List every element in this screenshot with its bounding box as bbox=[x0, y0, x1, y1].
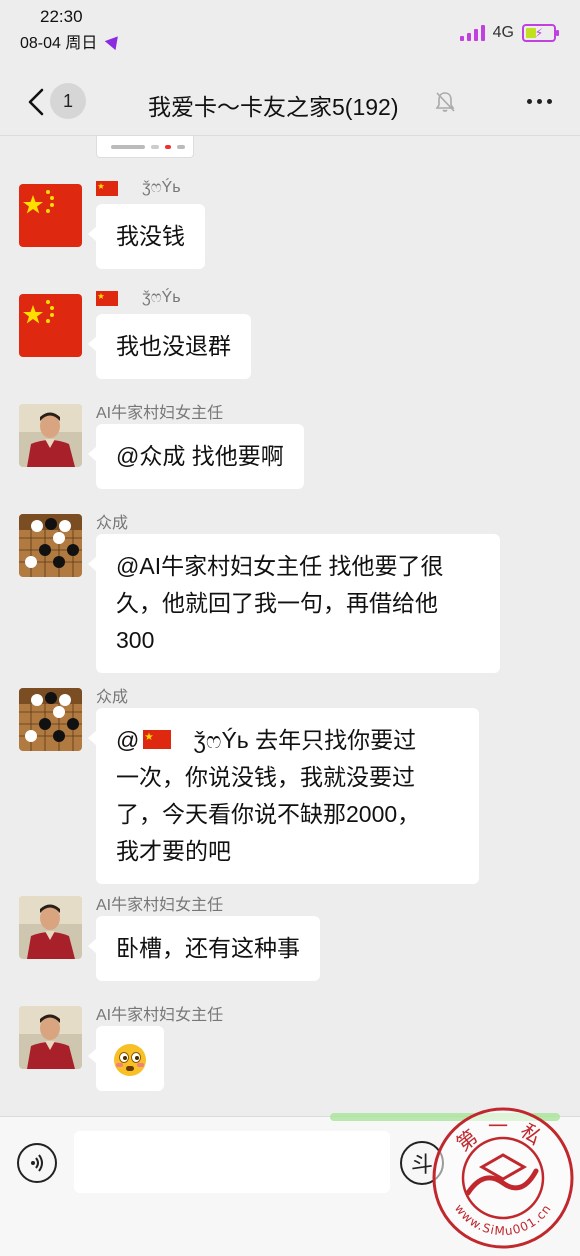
sender-name: 众成 bbox=[96, 689, 129, 706]
status-date: 08-04 周日 bbox=[20, 29, 124, 53]
sender-name-text: ǯෆÝь bbox=[142, 289, 181, 306]
network-type: 4G bbox=[492, 24, 514, 41]
emoji-button[interactable]: 斗 bbox=[400, 1141, 444, 1185]
battery-charging-icon: ⚡ bbox=[522, 24, 559, 42]
sender-name: 众成 bbox=[96, 515, 129, 532]
message-line: 300 bbox=[116, 627, 155, 653]
message-text: 去年只找你要过 bbox=[248, 727, 417, 753]
avatar-go-board-photo[interactable] bbox=[19, 514, 82, 577]
china-flag-icon bbox=[96, 290, 118, 306]
flushed-face-emoji-icon bbox=[114, 1043, 146, 1076]
message-line: 我才要的吧 bbox=[116, 838, 231, 864]
sender-name: AI牛家村妇女主任 bbox=[96, 1007, 224, 1024]
status-time: 22:30 bbox=[40, 7, 83, 26]
sender-name: ǯෆÝь bbox=[96, 289, 181, 307]
location-arrow-icon bbox=[105, 31, 124, 51]
avatar-man-photo[interactable] bbox=[19, 404, 82, 467]
go-board-photo-icon bbox=[19, 688, 82, 751]
chat-header: 1 我爱卡～卡友之家5(192) bbox=[0, 68, 580, 136]
message-bubble[interactable]: 卧槽，还有这种事 bbox=[88, 916, 320, 981]
signal-strength-icon bbox=[459, 25, 485, 41]
mention-at: @ bbox=[116, 727, 140, 753]
sender-name: AI牛家村妇女主任 bbox=[96, 405, 224, 422]
message-line: 久，他就回了我一句，再借给他 bbox=[116, 590, 438, 616]
china-flag-icon bbox=[19, 184, 82, 247]
message-input[interactable] bbox=[74, 1131, 390, 1193]
status-indicators: 4G ⚡ bbox=[459, 24, 559, 42]
muted-bell-icon bbox=[435, 92, 455, 112]
avatar-china-flag[interactable] bbox=[19, 184, 82, 247]
message-line: @AI牛家村妇女主任 找他要了很 bbox=[116, 553, 444, 579]
china-flag-icon bbox=[96, 180, 118, 196]
person-photo-icon bbox=[19, 896, 82, 959]
new-message-hint bbox=[330, 1113, 560, 1121]
status-bar: 22:30 08-04 周日 4G ⚡ bbox=[0, 0, 580, 54]
message-line: 一次，你说没钱，我就没要过 bbox=[116, 764, 415, 790]
person-photo-icon bbox=[19, 404, 82, 467]
image-message-partial[interactable] bbox=[96, 136, 194, 158]
sender-name: AI牛家村妇女主任 bbox=[96, 897, 224, 914]
person-photo-icon bbox=[19, 1006, 82, 1069]
input-bar: 斗 bbox=[0, 1113, 580, 1256]
message-bubble[interactable]: @ ǯෆÝь 去年只找你要过 一次，你说没钱，我就没要过 了，今天看你说不缺那20… bbox=[88, 708, 479, 884]
china-flag-icon bbox=[19, 294, 82, 357]
mention-name[interactable]: ǯෆÝь bbox=[193, 727, 248, 753]
unread-count-badge[interactable]: 1 bbox=[50, 83, 86, 119]
message-bubble[interactable]: 我也没退群 bbox=[88, 314, 251, 379]
sender-name: ǯෆÝь bbox=[96, 179, 181, 197]
avatar-china-flag[interactable] bbox=[19, 294, 82, 357]
back-arrow-icon[interactable] bbox=[24, 87, 50, 117]
avatar-man-photo[interactable] bbox=[19, 1006, 82, 1069]
more-options-icon[interactable] bbox=[527, 99, 552, 104]
message-bubble[interactable]: @AI牛家村妇女主任 找他要了很 久，他就回了我一句，再借给他 300 bbox=[88, 534, 500, 673]
go-board-photo-icon bbox=[19, 514, 82, 577]
china-flag-icon bbox=[143, 723, 172, 749]
message-bubble[interactable] bbox=[88, 1026, 164, 1091]
message-line: @ ǯෆÝь 去年只找你要过 bbox=[116, 722, 459, 759]
message-bubble[interactable]: @众成 找他要啊 bbox=[88, 424, 304, 489]
voice-input-button[interactable] bbox=[17, 1143, 57, 1183]
message-bubble[interactable]: 我没钱 bbox=[88, 204, 205, 269]
status-date-text: 08-04 周日 bbox=[20, 35, 98, 52]
message-line: 了，今天看你说不缺那2000， bbox=[116, 801, 421, 827]
avatar-man-photo[interactable] bbox=[19, 896, 82, 959]
chat-title: 我爱卡～卡友之家5(192) bbox=[148, 94, 399, 120]
sender-name-text: ǯෆÝь bbox=[142, 179, 181, 196]
voice-wave-icon bbox=[31, 1154, 43, 1172]
avatar-go-board-photo[interactable] bbox=[19, 688, 82, 751]
